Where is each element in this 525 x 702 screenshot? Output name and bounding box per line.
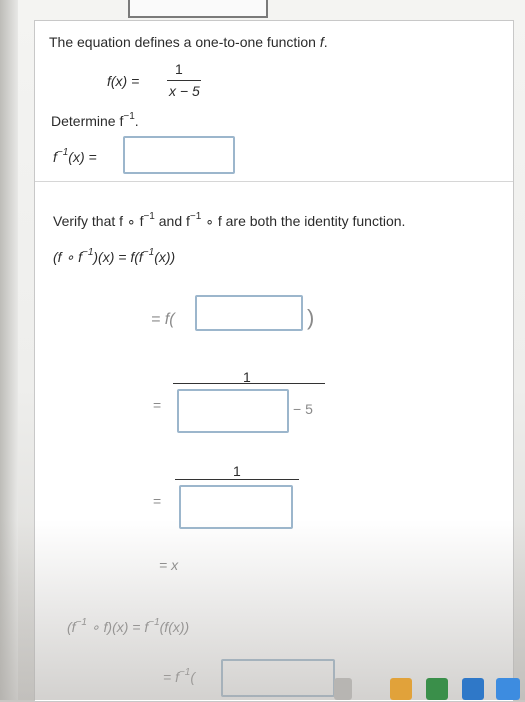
step3-fraction-bar xyxy=(175,479,299,480)
taskbar-store-icon[interactable] xyxy=(462,678,484,700)
step2-input[interactable] xyxy=(177,389,289,433)
screen: The equation defines a one-to-one functi… xyxy=(0,0,525,702)
step3-input[interactable] xyxy=(179,485,293,529)
fx-fraction-bar xyxy=(167,80,201,81)
comp2-step: = f−1( xyxy=(163,667,196,686)
fx-denominator: x − 5 xyxy=(169,83,200,99)
step2-minus: − 5 xyxy=(293,401,313,417)
step1-input[interactable] xyxy=(195,295,303,331)
composition-1: (f ∘ f−1)(x) = f(f−1(x)) xyxy=(53,247,176,266)
step1-eq: = f( xyxy=(151,311,175,328)
inverse-answer-input[interactable] xyxy=(123,136,235,174)
divider xyxy=(35,181,513,182)
step3-numerator: 1 xyxy=(233,463,241,479)
bezel-left xyxy=(0,0,18,700)
step4-result: = x xyxy=(159,557,179,573)
composition-2: (f−1 ∘ f)(x) = f−1(f(x)) xyxy=(67,617,190,636)
taskbar xyxy=(330,678,525,700)
question-panel: The equation defines a one-to-one functi… xyxy=(34,20,514,702)
step2-eq: = xyxy=(153,397,162,413)
taskbar-folder-icon[interactable] xyxy=(390,678,412,700)
comp2-input[interactable] xyxy=(221,659,335,697)
verify-text: Verify that f ∘ f−1 and f−1 ∘ f are both… xyxy=(53,211,406,230)
inverse-label: f−1(x) = xyxy=(53,147,97,166)
determine-text: Determine f−1. xyxy=(51,111,139,130)
top-answer-box[interactable] xyxy=(128,0,268,18)
taskbar-browser-icon[interactable] xyxy=(426,678,448,700)
intro-text: The equation defines a one-to-one functi… xyxy=(49,34,328,50)
step2-fraction-bar xyxy=(173,383,325,384)
fx-numerator: 1 xyxy=(175,61,183,77)
taskbar-app-icon[interactable] xyxy=(334,678,352,700)
step3-eq: = xyxy=(153,493,162,509)
step1-close-paren: ) xyxy=(307,305,315,330)
fx-label: f(x) = xyxy=(107,73,140,89)
taskbar-windows-icon[interactable] xyxy=(496,678,520,700)
